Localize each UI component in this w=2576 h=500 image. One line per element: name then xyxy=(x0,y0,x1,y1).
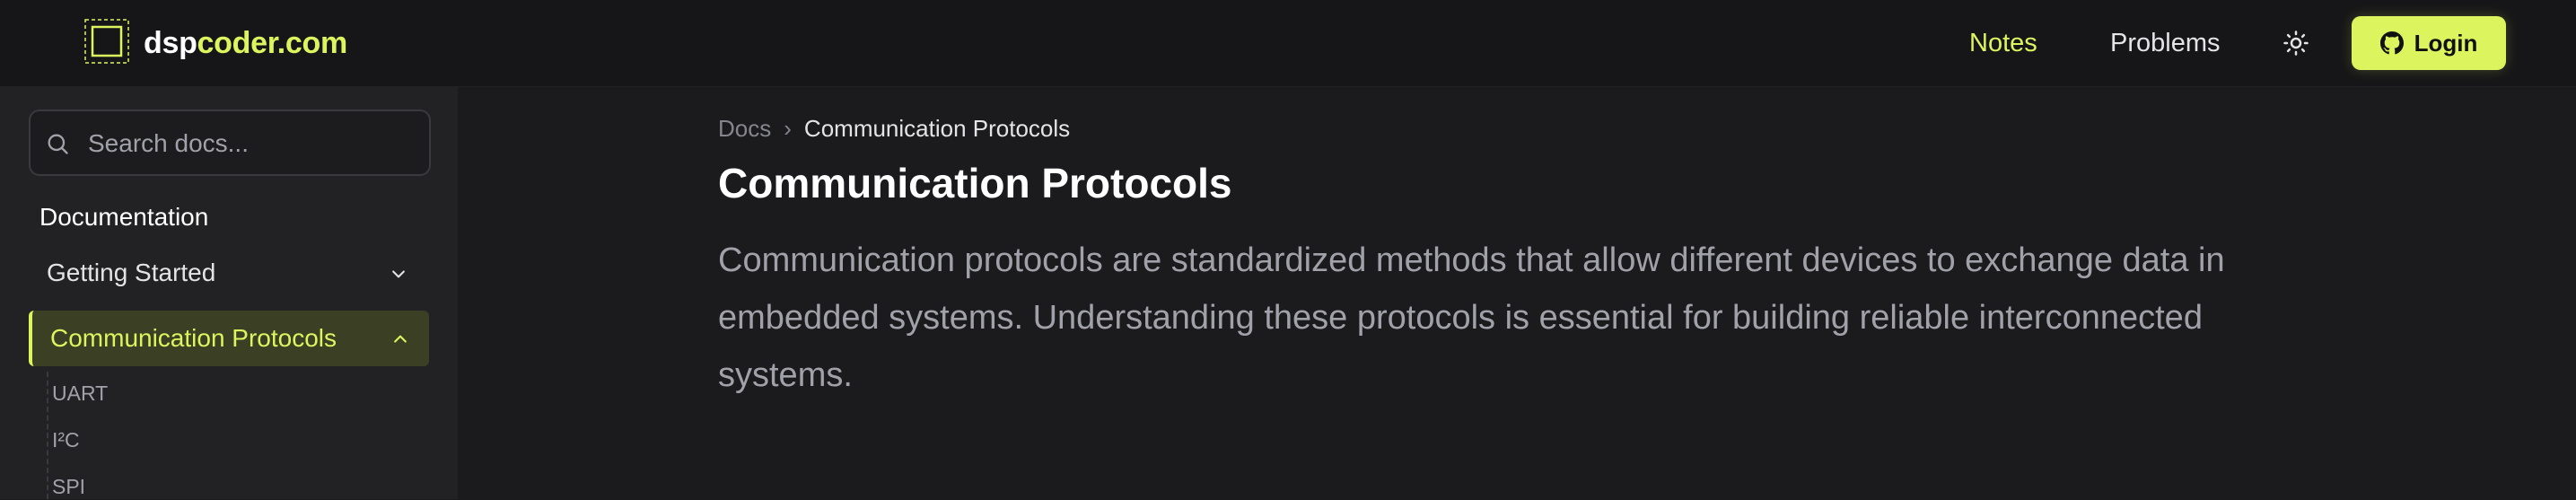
theme-toggle-button[interactable] xyxy=(2280,27,2312,59)
sidebar-item-label: Communication Protocols xyxy=(50,324,337,352)
search-icon xyxy=(48,134,68,154)
brand-text-coder: coder.com xyxy=(197,26,348,60)
sidebar-subitem-i2c[interactable]: I²C xyxy=(52,426,80,453)
nav-link-notes[interactable]: Notes xyxy=(1969,26,2037,60)
breadcrumb-current: Communication Protocols xyxy=(803,115,1071,142)
search-input[interactable] xyxy=(86,126,422,162)
sidebar-item-communication-protocols[interactable]: Communication Protocols xyxy=(29,311,429,366)
breadcrumb-docs-link[interactable]: Docs xyxy=(718,115,771,142)
sidebar-section-title: Documentation xyxy=(39,203,209,231)
breadcrumb: Docs › Communication Protocols xyxy=(718,113,1070,144)
logo-icon[interactable] xyxy=(84,19,129,64)
chevron-down-icon xyxy=(392,270,405,278)
sun-icon xyxy=(2283,31,2309,56)
chevron-up-icon xyxy=(394,335,407,343)
docs-sidebar: Documentation Getting Started Communicat… xyxy=(0,87,458,499)
brand-logo-text[interactable]: dspcoder.com xyxy=(144,23,347,63)
intro-paragraph: Communication protocols are standardized… xyxy=(718,241,2225,394)
sidebar-subitem-spi[interactable]: SPI xyxy=(52,473,85,500)
top-navbar: dspcoder.com Notes Problems Login xyxy=(0,0,2576,87)
sidebar-item-label: Getting Started xyxy=(47,259,216,286)
login-button-label: Login xyxy=(2414,29,2478,57)
nav-link-problems[interactable]: Problems xyxy=(2110,26,2221,60)
page-title: Communication Protocols xyxy=(718,160,1232,206)
brand-text-dsp: dsp xyxy=(144,26,197,60)
sidebar-subitem-uart[interactable]: UART xyxy=(52,380,108,407)
search-box[interactable] xyxy=(29,110,431,176)
login-button[interactable]: Login xyxy=(2352,16,2506,70)
sidebar-item-getting-started[interactable]: Getting Started xyxy=(29,252,427,294)
github-icon xyxy=(2379,31,2404,55)
breadcrumb-separator: › xyxy=(784,115,792,142)
